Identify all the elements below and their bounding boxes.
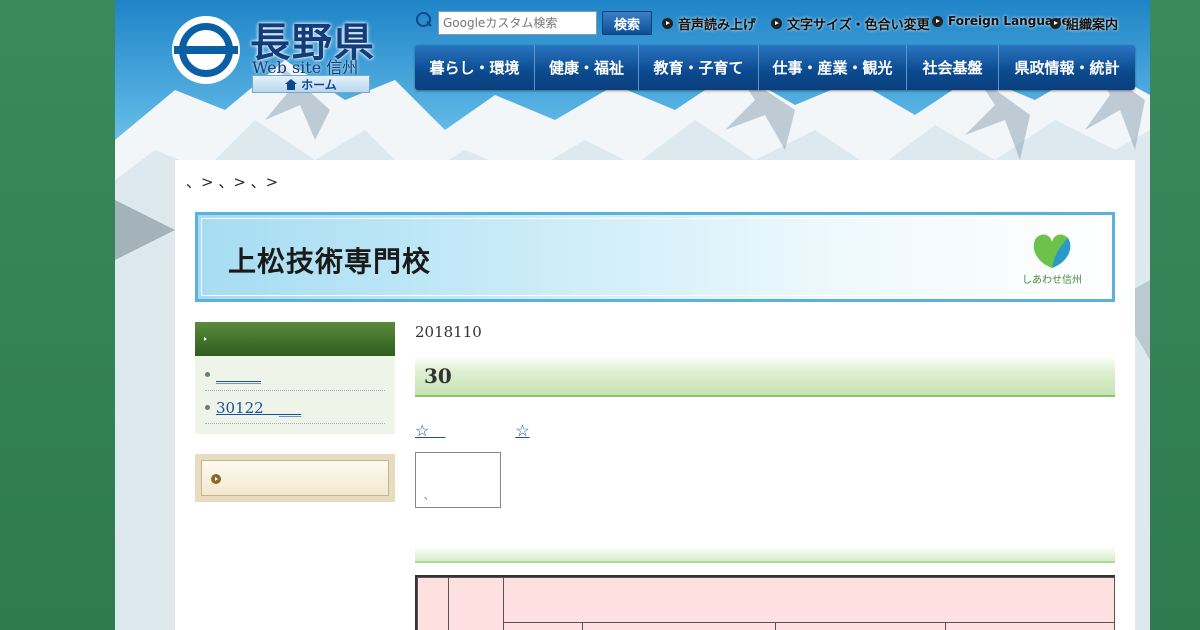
global-nav: 暮らし・環境 健康・福祉 教育・子育て 仕事・産業・観光 社会基盤 県政情報・統… bbox=[415, 45, 1135, 90]
sidebar-list: ______ 30122 ___ bbox=[195, 356, 395, 434]
sidebar-header bbox=[195, 322, 395, 356]
bullet-icon bbox=[205, 372, 210, 377]
image-caption: 、 bbox=[424, 492, 434, 502]
util-link-organization[interactable]: 組織案内 bbox=[1050, 14, 1118, 33]
search-input[interactable] bbox=[438, 11, 597, 35]
sidebar-link-2[interactable]: 30122 ___ bbox=[216, 397, 301, 418]
table-cell bbox=[945, 622, 1115, 630]
table-cell bbox=[503, 577, 1115, 623]
table-cell bbox=[582, 622, 776, 630]
sidebar-link-1[interactable]: ______ bbox=[216, 366, 261, 384]
publish-date: 2018110 bbox=[415, 323, 482, 341]
gnav-item-infrastructure[interactable]: 社会基盤 bbox=[907, 45, 999, 90]
arrow-circle-icon bbox=[662, 18, 673, 29]
table-cell bbox=[775, 622, 946, 630]
gnav-item-education[interactable]: 教育・子育て bbox=[639, 45, 759, 90]
gnav-item-health[interactable]: 健康・福祉 bbox=[535, 45, 639, 90]
home-label: ホーム bbox=[301, 77, 337, 92]
star-link-2[interactable]: ☆ bbox=[515, 421, 529, 440]
subsection-heading-bar bbox=[415, 546, 1115, 563]
util-link-text-size[interactable]: 文字サイズ・色合い変更 bbox=[771, 14, 930, 33]
home-icon bbox=[285, 78, 298, 90]
arrow-right-icon bbox=[204, 337, 207, 341]
sidebar-item-2: 30122 ___ bbox=[205, 392, 385, 424]
bullet-icon bbox=[205, 405, 210, 410]
section-heading-bar bbox=[415, 355, 1115, 397]
gnav-item-living[interactable]: 暮らし・環境 bbox=[415, 45, 535, 90]
arrow-circle-icon bbox=[1050, 18, 1061, 29]
arrow-circle-icon bbox=[211, 474, 221, 484]
table-cell bbox=[503, 622, 583, 630]
page-margin-right bbox=[1150, 0, 1200, 630]
shiawase-shinshu-label: しあわせ信州 bbox=[1022, 275, 1082, 286]
star-link-1[interactable]: ☆ bbox=[415, 421, 445, 440]
image-placeholder[interactable]: 、 bbox=[415, 452, 501, 508]
section-heading: 30 bbox=[424, 364, 452, 388]
gnav-item-prefectural-info[interactable]: 県政情報・統計 bbox=[999, 45, 1135, 90]
search-icon bbox=[416, 12, 432, 28]
star-links: ☆ ☆ bbox=[415, 417, 530, 441]
prefecture-logo-icon[interactable] bbox=[172, 16, 240, 84]
search-button[interactable]: 検索 bbox=[602, 11, 652, 35]
breadcrumb[interactable]: 、> 、> 、> bbox=[186, 171, 278, 192]
arrow-circle-icon bbox=[932, 15, 943, 27]
table-cell bbox=[417, 577, 449, 630]
page-title: 上松技術専門校 bbox=[228, 245, 432, 278]
gnav-item-industry[interactable]: 仕事・産業・観光 bbox=[759, 45, 907, 90]
arrow-circle-icon bbox=[771, 18, 782, 29]
schedule-table bbox=[415, 575, 1115, 630]
page-margin-left bbox=[0, 0, 115, 630]
sidebar-item-1: ______ bbox=[205, 359, 385, 391]
util-link-speech[interactable]: 音声読み上げ bbox=[662, 14, 756, 33]
table-cell bbox=[448, 577, 504, 630]
home-button[interactable]: ホーム bbox=[252, 75, 370, 93]
sidebar-box[interactable] bbox=[195, 454, 395, 502]
